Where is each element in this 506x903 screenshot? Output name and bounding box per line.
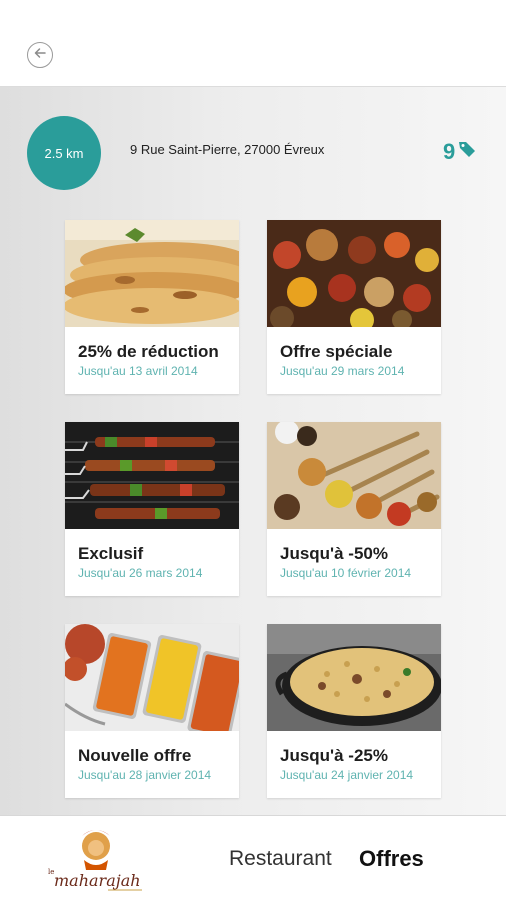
offer-count-value: 9 <box>443 139 456 164</box>
tab-restaurant[interactable]: Restaurant <box>229 847 332 871</box>
offer-title: Exclusif <box>78 544 144 563</box>
offer-title: Jusqu'à -25% <box>280 746 388 765</box>
back-arrow-icon <box>33 46 47 65</box>
top-app-bar <box>0 0 506 87</box>
offer-image-naan <box>65 220 239 327</box>
bottom-nav-bar: maharajah le Restaurant Offres <box>0 815 506 901</box>
restaurant-address: 9 Rue Saint-Pierre, 27000 Évreux <box>130 142 325 157</box>
offer-date: Jusqu'au 24 janvier 2014 <box>280 768 414 782</box>
back-button[interactable] <box>27 42 53 68</box>
offer-card-1[interactable]: 25% de réduction Jusqu'au 13 avril 2014 <box>65 220 239 394</box>
distance-badge: 2.5 km <box>27 116 101 190</box>
offer-image-spices <box>267 220 441 327</box>
maharajah-logo[interactable]: maharajah le <box>44 824 148 898</box>
svg-text:le: le <box>48 868 54 876</box>
offer-title: Offre spéciale <box>280 342 393 361</box>
offer-title: Jusqu'à -50% <box>280 544 388 563</box>
offer-date: Jusqu'au 29 mars 2014 <box>280 364 405 378</box>
offer-card-4[interactable]: Jusqu'à -50% Jusqu'au 10 février 2014 <box>267 422 441 596</box>
offer-date: Jusqu'au 28 janvier 2014 <box>78 768 212 782</box>
offer-image-curry-trays <box>65 624 239 731</box>
offers-content: 2.5 km 9 Rue Saint-Pierre, 27000 Évreux … <box>0 87 506 815</box>
offer-count[interactable]: 9 <box>443 139 477 165</box>
offer-image-spice-spoons <box>267 422 441 529</box>
tag-icon <box>455 139 477 165</box>
offer-card-5[interactable]: Nouvelle offre Jusqu'au 28 janvier 2014 <box>65 624 239 798</box>
tab-offres[interactable]: Offres <box>359 846 424 872</box>
offer-title: 25% de réduction <box>78 342 219 361</box>
offer-card-6[interactable]: Jusqu'à -25% Jusqu'au 24 janvier 2014 <box>267 624 441 798</box>
offer-title: Nouvelle offre <box>78 746 192 765</box>
offer-image-biryani <box>267 624 441 731</box>
offer-date: Jusqu'au 10 février 2014 <box>280 566 412 580</box>
offer-image-skewers <box>65 422 239 529</box>
offer-card-3[interactable]: Exclusif Jusqu'au 26 mars 2014 <box>65 422 239 596</box>
offer-date: Jusqu'au 26 mars 2014 <box>78 566 203 580</box>
offer-date: Jusqu'au 13 avril 2014 <box>78 364 198 378</box>
offer-card-2[interactable]: Offre spéciale Jusqu'au 29 mars 2014 <box>267 220 441 394</box>
svg-text:maharajah: maharajah <box>54 871 141 890</box>
